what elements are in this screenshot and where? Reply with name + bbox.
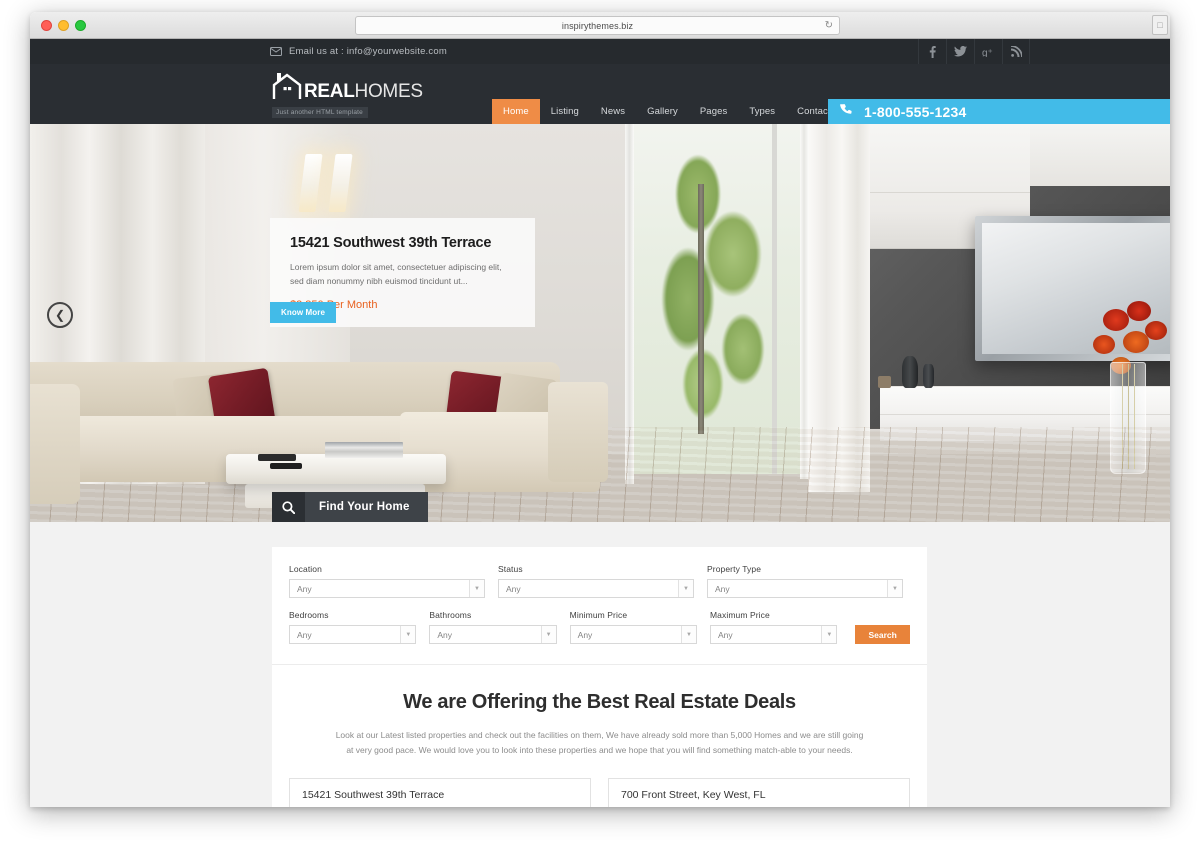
nav-item-gallery[interactable]: Gallery — [636, 99, 689, 124]
label-property-type: Property Type — [707, 564, 762, 574]
window-controls[interactable] — [41, 20, 86, 31]
logo-light-text: HOMES — [354, 81, 423, 102]
rss-icon[interactable] — [1002, 39, 1030, 64]
property-card[interactable]: 15421 Southwest 39th Terrace — [289, 778, 591, 807]
minimize-button[interactable] — [58, 20, 69, 31]
find-your-home-label: Find Your Home — [305, 492, 428, 522]
site-logo[interactable]: REALHOMES Just another HTML template — [272, 72, 423, 119]
logo-tagline: Just another HTML template — [272, 107, 368, 118]
chevron-down-icon[interactable]: ▼ — [678, 580, 693, 597]
maximize-button[interactable] — [75, 20, 86, 31]
nav-item-home[interactable]: Home — [492, 99, 540, 124]
search-icon — [272, 492, 305, 522]
facebook-icon[interactable] — [918, 39, 946, 64]
nav-item-listing[interactable]: Listing — [540, 99, 590, 124]
chevron-down-icon[interactable]: ▼ — [887, 580, 902, 597]
main-navigation: Home Listing News Gallery Pages Types Co… — [492, 99, 855, 124]
label-status: Status — [498, 564, 523, 574]
offering-section: We are Offering the Best Real Estate Dea… — [272, 665, 927, 778]
property-card-title: 700 Front Street, Key West, FL — [621, 789, 766, 801]
value-bedrooms: Any — [297, 629, 312, 640]
label-bedrooms: Bedrooms — [289, 610, 329, 620]
find-your-home-tab[interactable]: Find Your Home — [272, 492, 428, 522]
nav-item-pages[interactable]: Pages — [689, 99, 738, 124]
field-bathrooms: Bathrooms Any ▼ — [429, 610, 557, 644]
slide-description: Lorem ipsum dolor sit amet, consectetuer… — [290, 262, 502, 286]
browser-extra-button[interactable]: □ — [1152, 15, 1168, 35]
know-more-button[interactable]: Know More — [270, 302, 337, 323]
select-bedrooms[interactable]: Any ▼ — [289, 625, 417, 644]
select-status[interactable]: Any ▼ — [498, 579, 694, 598]
browser-window: inspirythemes.biz ↻ □ Email us at : info… — [30, 12, 1170, 807]
select-property-type[interactable]: Any ▼ — [707, 579, 903, 598]
label-location: Location — [289, 564, 322, 574]
social-links: g⁺ — [918, 39, 1030, 64]
main-content-container: Location Any ▼ Status Any ▼ Property Typ… — [272, 547, 927, 807]
close-button[interactable] — [41, 20, 52, 31]
chevron-down-icon[interactable]: ▼ — [469, 580, 484, 597]
url-text: inspirythemes.biz — [561, 20, 634, 31]
reload-icon[interactable]: ↻ — [825, 20, 833, 31]
chevron-down-icon[interactable]: ▼ — [540, 626, 556, 643]
chevron-left-icon[interactable]: ❮ — [47, 302, 73, 328]
hero-slider: ❮ 15421 Southwest 39th Terrace Lorem ips… — [30, 124, 1170, 522]
chevron-down-icon[interactable]: ▼ — [680, 626, 696, 643]
phone-icon — [840, 104, 853, 119]
value-status: Any — [506, 583, 521, 594]
select-minimum-price[interactable]: Any ▼ — [569, 625, 697, 644]
select-maximum-price[interactable]: Any ▼ — [709, 625, 838, 644]
web-page: Email us at : info@yourwebsite.com g⁺ RE… — [30, 39, 1170, 807]
envelope-icon — [270, 47, 282, 56]
value-maximum-price: Any — [717, 629, 733, 640]
label-minimum-price: Minimum Price — [569, 610, 628, 620]
field-maximum-price: Maximum Price Any ▼ — [709, 610, 838, 644]
site-header: REALHOMES Just another HTML template Hom… — [30, 64, 1170, 124]
property-card-title: 15421 Southwest 39th Terrace — [302, 789, 445, 801]
chevron-down-icon[interactable]: ▼ — [400, 626, 416, 643]
email-contact[interactable]: Email us at : info@yourwebsite.com — [270, 46, 447, 57]
browser-chrome-bar: inspirythemes.biz ↻ □ — [30, 12, 1170, 39]
property-card[interactable]: 700 Front Street, Key West, FL — [608, 778, 910, 807]
select-bathrooms[interactable]: Any ▼ — [429, 625, 557, 644]
google-plus-icon[interactable]: g⁺ — [974, 39, 1002, 64]
value-location: Any — [297, 583, 312, 594]
chevron-down-icon[interactable]: ▼ — [821, 626, 837, 643]
label-maximum-price: Maximum Price — [709, 610, 770, 620]
twitter-icon[interactable] — [946, 39, 974, 64]
logo-bold-text: REAL — [304, 81, 355, 102]
hero-image-living-room — [30, 124, 1170, 522]
slide-title: 15421 Southwest 39th Terrace — [290, 235, 492, 251]
svg-text:g⁺: g⁺ — [982, 48, 993, 57]
select-location[interactable]: Any ▼ — [289, 579, 485, 598]
property-search-form: Location Any ▼ Status Any ▼ Property Typ… — [272, 547, 927, 665]
offering-heading: We are Offering the Best Real Estate Dea… — [403, 691, 796, 713]
offering-body: Look at our Latest listed properties and… — [335, 730, 864, 755]
phone-number: 1-800-555-1234 — [864, 103, 967, 120]
value-minimum-price: Any — [577, 629, 593, 640]
nav-item-news[interactable]: News — [590, 99, 636, 124]
field-property-type: Property Type Any ▼ — [707, 564, 903, 598]
nav-item-types[interactable]: Types — [738, 99, 786, 124]
field-status: Status Any ▼ — [498, 564, 694, 598]
phone-banner[interactable]: 1-800-555-1234 — [828, 99, 1170, 124]
field-bedrooms: Bedrooms Any ▼ — [289, 610, 417, 644]
field-location: Location Any ▼ — [289, 564, 485, 598]
value-bathrooms: Any — [437, 629, 452, 640]
field-minimum-price: Minimum Price Any ▼ — [569, 610, 697, 644]
email-text: Email us at : info@yourwebsite.com — [289, 46, 447, 57]
top-utility-bar: Email us at : info@yourwebsite.com g⁺ — [30, 39, 1170, 64]
search-button[interactable]: Search — [855, 625, 911, 644]
house-icon — [272, 72, 302, 100]
property-cards: 15421 Southwest 39th Terrace 700 Front S… — [272, 778, 927, 807]
address-bar[interactable]: inspirythemes.biz ↻ — [355, 16, 840, 35]
label-bathrooms: Bathrooms — [429, 610, 472, 620]
value-property-type: Any — [715, 583, 730, 594]
